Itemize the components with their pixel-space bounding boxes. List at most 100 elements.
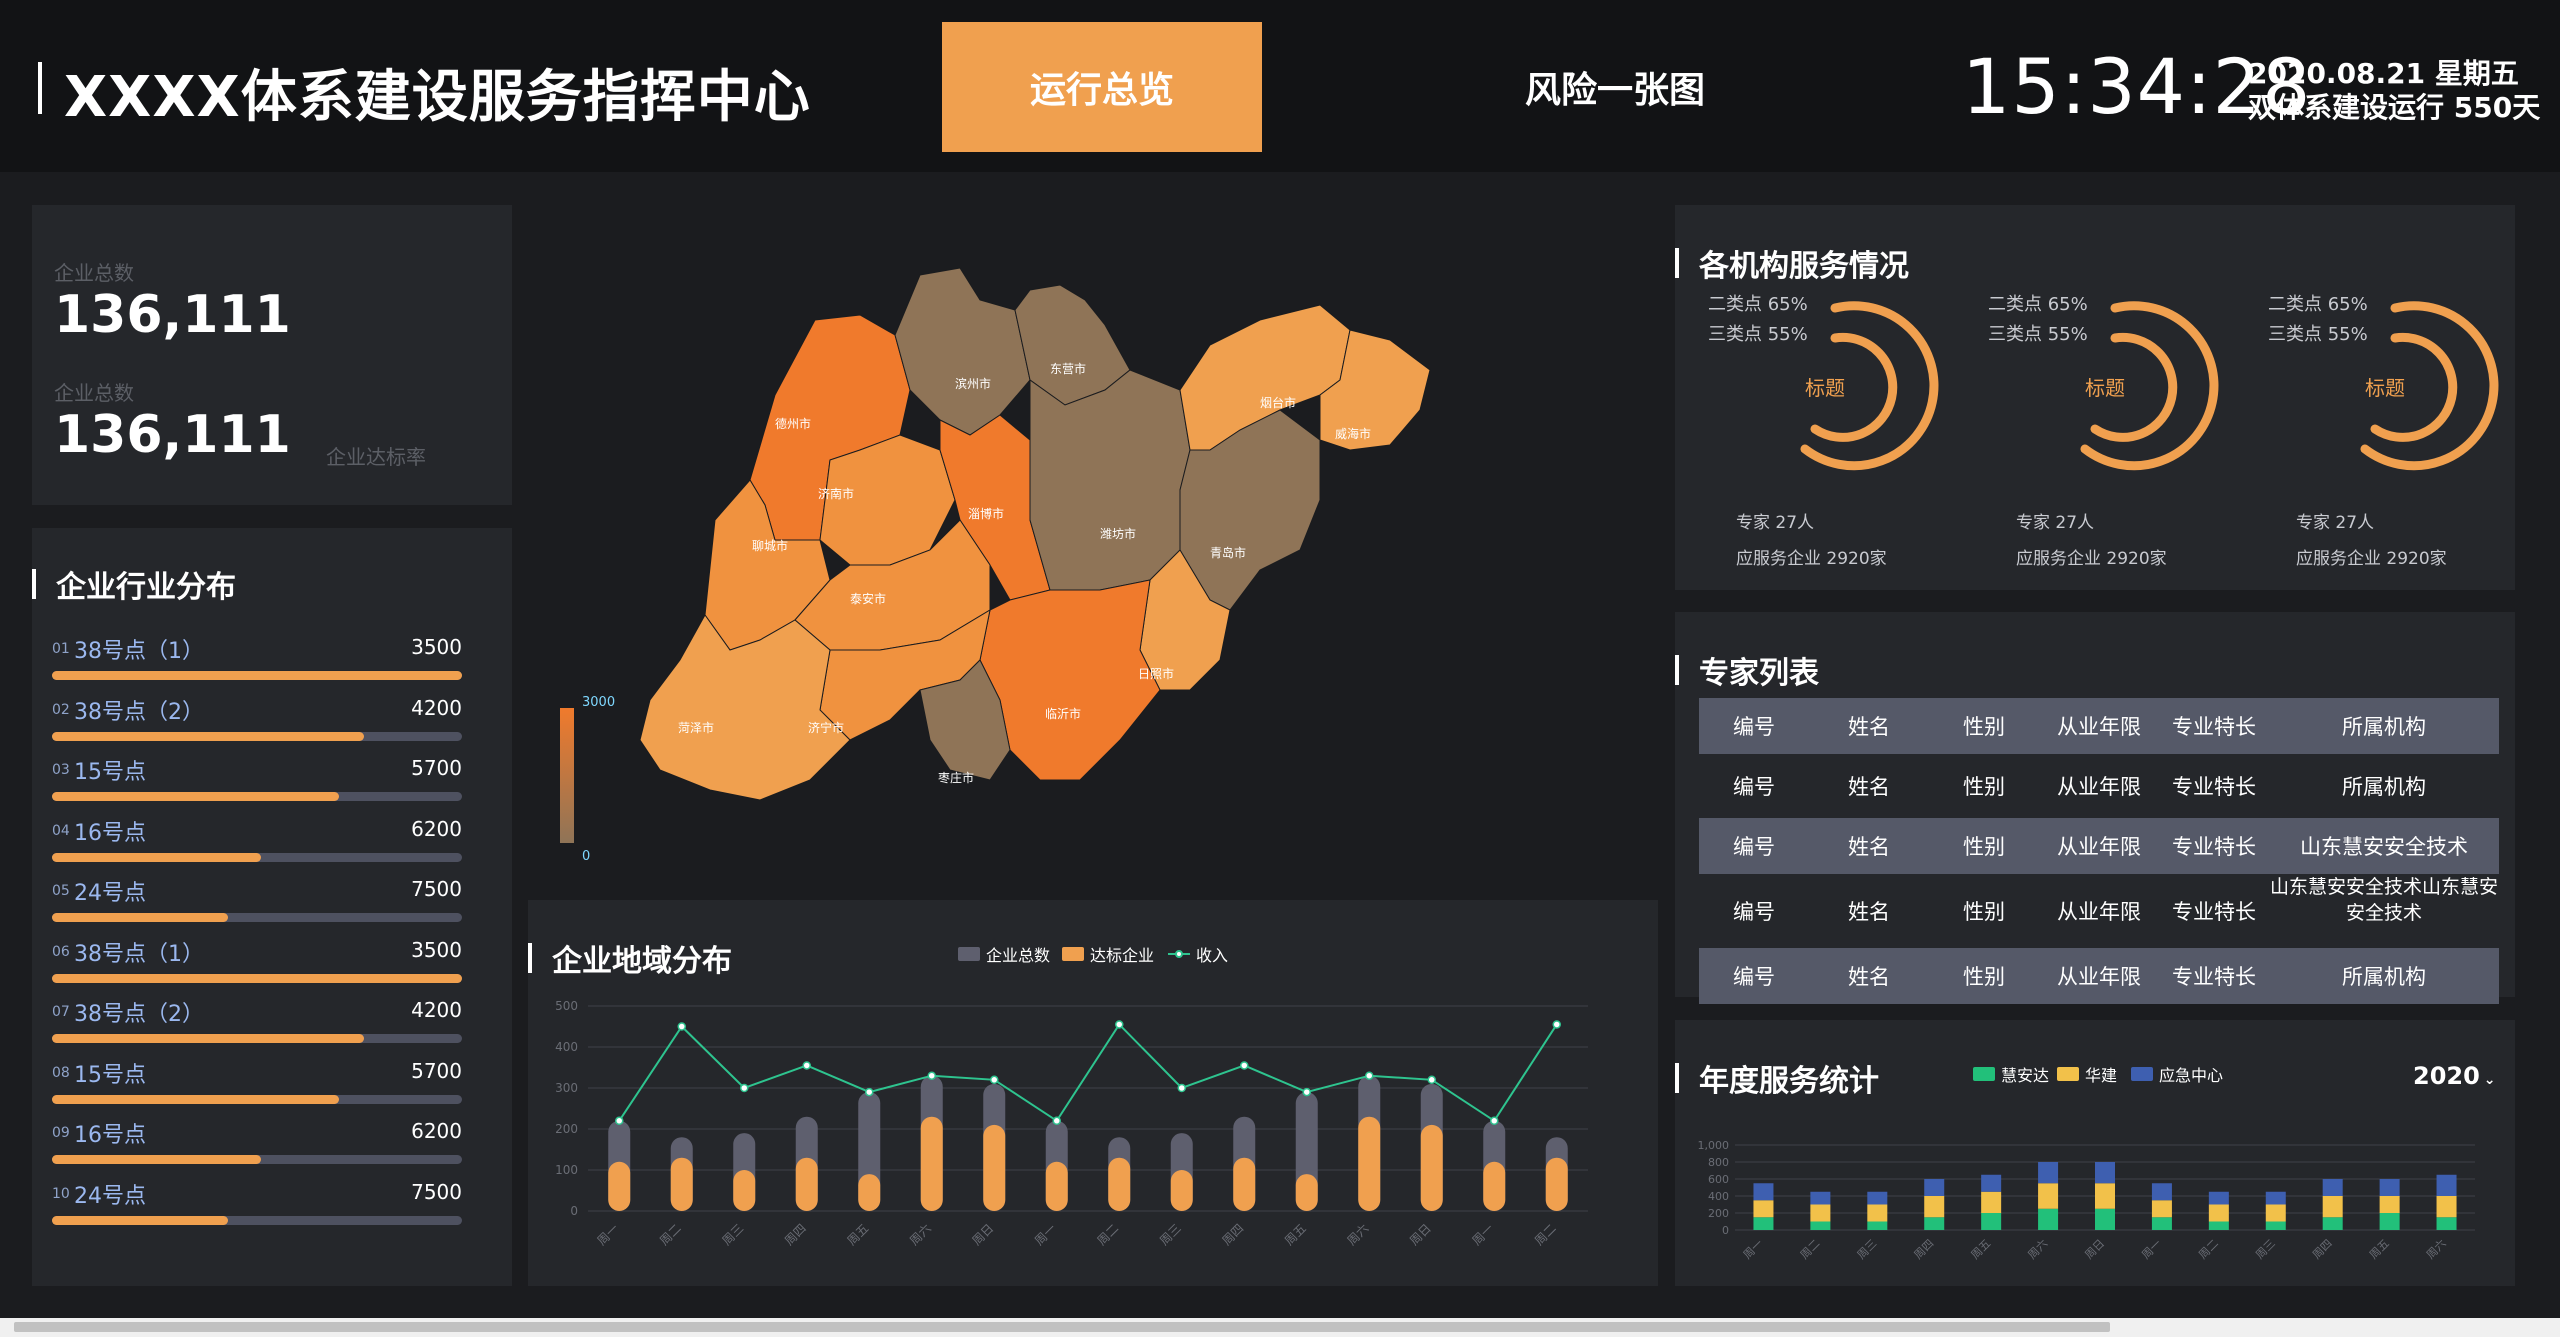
map-city-label: 威海市 [1335,426,1371,441]
y-tick-label: 600 [1708,1173,1729,1186]
income-point [740,1083,749,1093]
industry-bar-track [52,1094,462,1104]
legend-emergency[interactable]: 应急中心 [2131,1062,2223,1086]
industry-value: 7500 [411,877,462,901]
kpi-label-1: 企业总数 [54,261,134,285]
kpi-panel: 企业总数 136,111 企业总数 136,111 企业达标率 [32,205,512,505]
bar-standard [1108,1157,1131,1211]
x-tick-label: 周一 [1469,1221,1496,1248]
industry-value: 3500 [411,635,462,659]
stack-bar-segment [2265,1191,2286,1205]
legend-standard[interactable]: 达标企业 [1062,942,1154,966]
industry-index: 02 [52,701,70,718]
income-point [1052,1116,1061,1126]
map-city-label: 济南市 [818,486,854,501]
expert-cell: 山东慧安安全技术山东慧安安全技术 [2269,876,2498,924]
x-tick-label: 周一 [1741,1237,1766,1262]
stack-bar-segment [1981,1174,2002,1192]
year-select[interactable]: 2020 ⌄ [2413,1062,2496,1090]
industry-name: 16号点 [74,820,146,846]
x-tick-label: 周二 [657,1221,684,1248]
stack-bar-segment [1924,1217,1945,1230]
industry-value: 4200 [411,695,462,720]
stack-bar-segment [2265,1204,2286,1222]
stack-bar-segment [2208,1191,2229,1205]
map-city-label: 德州市 [775,416,811,431]
stack-bar-segment [1810,1204,1831,1222]
x-tick-label: 周三 [719,1221,746,1248]
stack-bar-segment [2208,1221,2229,1230]
industry-item: 02 38号点（2） 4200 [52,694,462,754]
industry-item: 04 16号点 6200 [52,815,462,875]
income-point [1490,1116,1499,1126]
industry-item: 06 38号点（1） 3500 [52,936,462,996]
map-city-label: 东营市 [1050,361,1086,376]
x-tick-label: 周日 [1407,1221,1434,1248]
agency-title: 各机构服务情况 [1675,241,1909,285]
title-accent [38,62,42,114]
x-tick-label: 周六 [907,1221,934,1248]
agency-experts: 专家 27人 [2016,513,2095,533]
scrollbar-thumb[interactable] [14,1322,2110,1332]
expert-cell: 从业年限 [2057,775,2141,799]
expert-cell: 性别 [1963,835,2005,859]
industry-value: 5700 [411,1058,462,1083]
map-city-label: 青岛市 [1210,545,1246,560]
y-tick-label: 800 [1708,1156,1729,1169]
expert-cell: 性别 [1963,900,2005,924]
industry-index: 03 [52,762,70,778]
income-point [615,1116,624,1126]
stack-bar-segment [2151,1183,2172,1201]
industry-item: 03 15号点 5700 [52,754,462,814]
annual-title: 年度服务统计 [1675,1056,1879,1100]
bar-standard [1420,1124,1443,1211]
stack-bar-segment [1981,1213,2002,1230]
stack-bar-segment [1753,1183,1774,1201]
tab-overview[interactable]: 运行总览 [942,22,1262,152]
horizontal-scrollbar[interactable] [0,1318,2560,1337]
map-city-label: 聊城市 [752,538,788,553]
agency-ring-label: 标题 [1805,376,1845,400]
app-title: XXXX体系建设服务指挥中心 [64,65,811,130]
expert-table-row: 编号 姓名 性别 从业年限 专业特长 山东慧安安全技术山东慧安安全技术 [1699,876,2499,944]
x-tick-label: 周五 [1282,1221,1309,1248]
income-point [1240,1061,1249,1070]
legend-huianda[interactable]: 慧安达 [1973,1062,2049,1086]
map-scale-bar [560,708,574,843]
expert-cell: 专业特长 [2172,965,2256,989]
x-tick-label: 周一 [1032,1221,1059,1248]
expert-table-row: 编号 姓名 性别 从业年限 专业特长 山东慧安安全技术 [1699,818,2499,874]
industry-panel: 企业行业分布 01 38号点（1） 3500 02 38号点（2） 4200 03 15号点 5… [32,528,512,1286]
x-tick-label: 周一 [594,1221,621,1248]
agency-ring-label: 标题 [2365,376,2405,400]
stack-bar-segment [2151,1200,2172,1218]
y-tick-label: 1,000 [1698,1139,1730,1152]
stack-bar-segment [1924,1179,1945,1196]
x-tick-label: 周五 [2367,1237,2392,1262]
stack-bar-segment [2095,1162,2115,1184]
stack-bar-segment [2322,1179,2343,1196]
x-tick-label: 周五 [1969,1237,1994,1262]
stack-bar-segment [1810,1221,1831,1230]
tab-risk-map[interactable]: 风险一张图 [1450,22,1780,152]
industry-name: 38号点（1） [74,941,204,967]
industry-value: 6200 [411,1119,462,1143]
industry-value: 4200 [411,998,462,1022]
map-city-label: 泰安市 [850,591,886,606]
x-tick-label: 周四 [2310,1237,2335,1262]
legend-income[interactable]: 收入 [1168,942,1228,966]
bar-standard [920,1116,943,1211]
x-tick-label: 周五 [844,1221,871,1248]
legend-huajian[interactable]: 华建 [2057,1062,2117,1086]
expert-cell: 专业特长 [2172,715,2256,739]
industry-bar-fill [52,1155,262,1164]
stack-bar-segment [2436,1174,2457,1196]
y-tick-label: 300 [555,1081,578,1095]
industry-item: 07 38号点（2） 4200 [52,996,462,1056]
x-tick-label: 周日 [2082,1237,2107,1262]
industry-bar-fill [52,852,262,862]
x-tick-label: 周四 [1912,1237,1937,1262]
stack-bar-segment [2322,1217,2343,1230]
legend-total[interactable]: 企业总数 [958,942,1050,966]
stack-bar-segment [2038,1183,2059,1209]
